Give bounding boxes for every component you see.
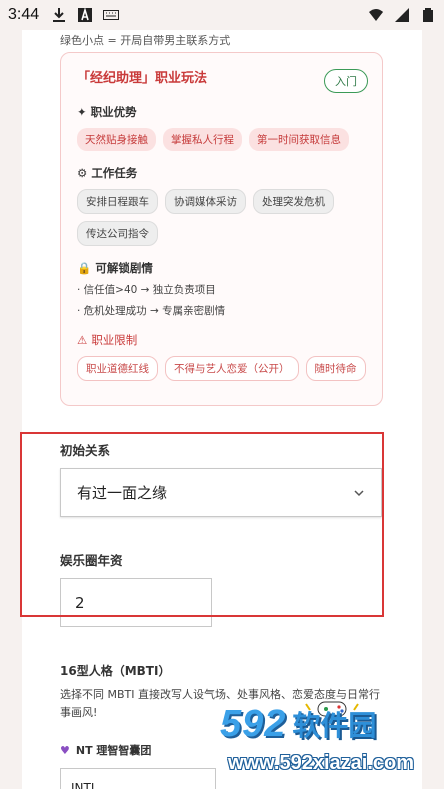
signal-icon	[395, 8, 409, 22]
mbti-group-title: ♥ NT 理智智囊团	[60, 743, 152, 758]
limit-tag: 随时待命	[305, 356, 366, 381]
unlock-item: · 信任值>40 → 独立负责项目	[77, 284, 216, 296]
warning-icon: ⚠	[77, 333, 88, 347]
limits-tags: 职业道德红线 不得与艺人恋爱（公开） 随时待命	[77, 356, 366, 381]
watermark-logo: 592 软件园	[220, 698, 444, 750]
watermark-number: 592	[220, 702, 287, 745]
unlock-section-title: 🔒 可解锁剧情	[77, 261, 153, 275]
sparkle-icon: ✦	[77, 105, 87, 119]
limit-tag: 不得与艺人恋爱（公开）	[165, 356, 299, 381]
watermark-text: 软件园	[292, 709, 377, 742]
battery-icon	[423, 8, 433, 22]
task-tag: 安排日程跟车	[77, 189, 158, 214]
highlight-box	[20, 432, 384, 617]
entry-level-badge: 入门	[324, 69, 368, 93]
advantage-tag: 第一时间获取信息	[249, 128, 349, 151]
gear-icon: ⚙	[77, 166, 88, 180]
task-tag: 处理突发危机	[253, 189, 334, 214]
advantage-tag: 掌握私人行程	[163, 128, 242, 151]
download-icon	[53, 8, 66, 22]
mbti-title: 16型人格（MBTI）	[60, 664, 171, 678]
role-card: 「经纪助理」职业玩法 入门 ✦ 职业优势 天然贴身接触 掌握私人行程 第一时间获…	[60, 52, 383, 406]
watermark-url: www.592xiazai.com	[228, 752, 415, 774]
unlock-item: · 危机处理成功 → 专属亲密剧情	[77, 305, 226, 317]
advantages-section-title: ✦ 职业优势	[77, 105, 137, 119]
hint-text: 绿色小点 = 开局自带男主联系方式	[60, 34, 231, 47]
advantages-tags: 天然贴身接触 掌握私人行程 第一时间获取信息	[77, 128, 366, 151]
wifi-icon	[369, 9, 383, 21]
task-tag: 协调媒体采访	[165, 189, 246, 214]
tasks-tags: 安排日程跟车 协调媒体采访 处理突发危机 传达公司指令	[77, 189, 366, 246]
status-time: 3:44	[8, 6, 40, 23]
advantage-tag: 天然贴身接触	[77, 128, 156, 151]
purple-heart-icon: ♥	[60, 743, 70, 757]
tasks-section-title: ⚙ 工作任务	[77, 166, 138, 180]
status-bar: 3:44	[0, 0, 444, 30]
mbti-selected-value: INTJ	[71, 781, 95, 789]
font-a-icon	[78, 7, 93, 22]
form-page: 绿色小点 = 开局自带男主联系方式 「经纪助理」职业玩法 入门 ✦ 职业优势 天…	[22, 30, 422, 789]
task-tag: 传达公司指令	[77, 221, 158, 246]
keyboard-icon	[103, 10, 120, 20]
lock-icon: 🔒	[77, 261, 92, 275]
role-card-title: 「经纪助理」职业玩法	[77, 71, 208, 86]
mbti-select[interactable]: INTJ	[60, 768, 216, 789]
limit-tag: 职业道德红线	[77, 356, 158, 381]
watermark: 592 软件园 www.592xiazai.com	[220, 690, 444, 789]
limits-section-title: ⚠ 职业限制	[77, 333, 138, 347]
